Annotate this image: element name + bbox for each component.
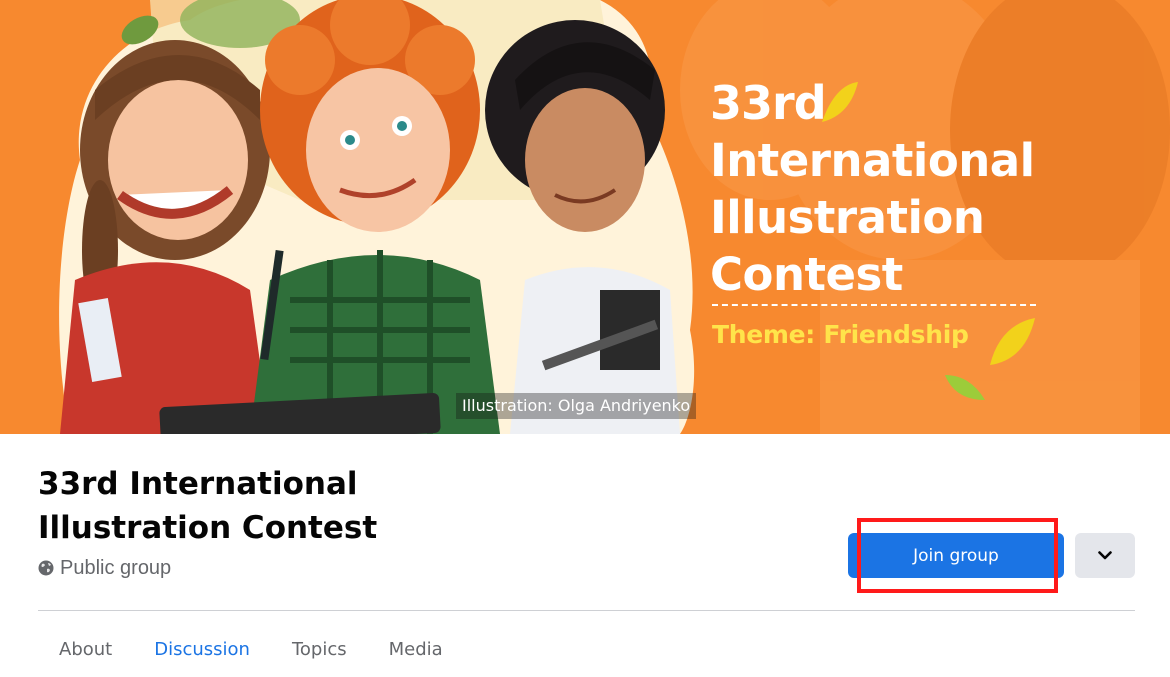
group-title: 33rd International Illustration Contest xyxy=(38,466,378,546)
cover-contest-title: 33rd International Illustration Contest xyxy=(710,80,1150,297)
more-options-button[interactable] xyxy=(1075,533,1135,578)
globe-icon xyxy=(38,560,54,576)
cover-edition: 33rd xyxy=(710,76,827,130)
join-group-button[interactable]: Join group xyxy=(848,533,1064,578)
group-privacy: Public group xyxy=(38,555,171,581)
cover-credit: Illustration: Olga Andriyenko xyxy=(456,393,697,419)
tab-discussion[interactable]: Discussion xyxy=(133,630,271,670)
cover-theme: Theme: Friendship xyxy=(712,320,969,349)
tab-about[interactable]: About xyxy=(38,630,133,670)
join-group-label: Join group xyxy=(913,545,999,566)
tab-media[interactable]: Media xyxy=(368,630,464,670)
group-privacy-label: Public group xyxy=(60,556,172,579)
group-tabs: About Discussion Topics Media xyxy=(38,630,464,670)
cover-title-line-2: Illustration xyxy=(710,191,985,244)
group-cover-photo[interactable]: 33rd International Illustration Contest … xyxy=(0,0,1170,434)
cover-title-line-3: Contest xyxy=(710,248,903,301)
cover-title-line-1: International xyxy=(710,134,1035,187)
cover-dashed-divider xyxy=(712,304,1036,306)
tab-topics[interactable]: Topics xyxy=(271,630,368,670)
chevron-down-icon xyxy=(1098,551,1112,560)
header-divider xyxy=(38,610,1135,611)
